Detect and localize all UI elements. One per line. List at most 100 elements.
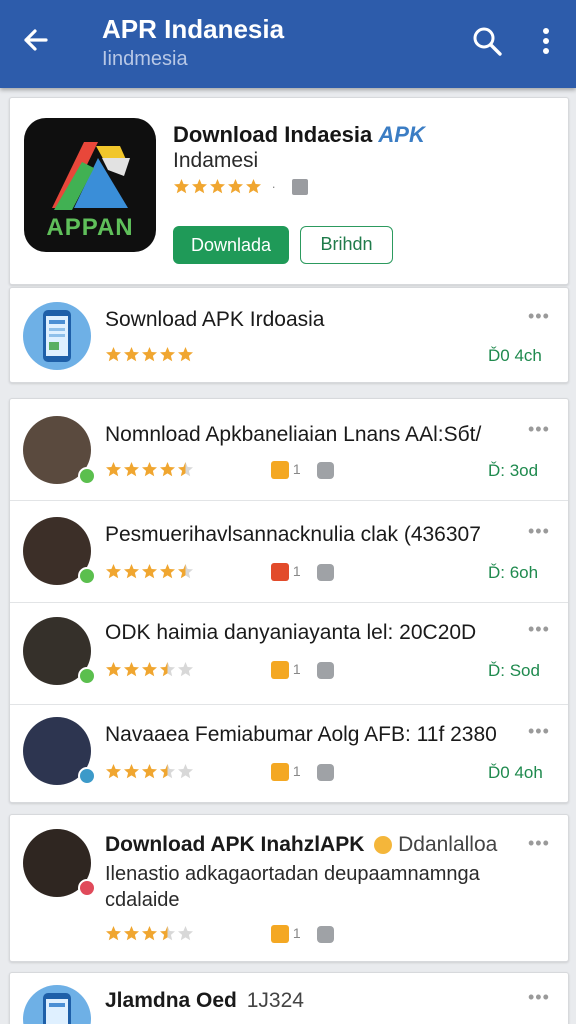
featured-title: Sownload APK Irdoasia <box>105 308 325 331</box>
status-badge <box>78 879 96 897</box>
download-info: Ď: 6oh <box>488 563 539 582</box>
download-info: Ď: Sod <box>488 661 540 680</box>
featured-app-card[interactable]: Sownload APK Irdoasia ••• Ď0 4ch <box>9 287 569 383</box>
list-item-title: Nomnload Apkbaneliaian Lnans AAl:Sбt/ <box>105 423 482 446</box>
app-icon: APPAN <box>24 118 156 252</box>
star-icon <box>106 764 121 779</box>
lock-icon <box>271 661 289 680</box>
star-icon <box>106 462 121 477</box>
more-horizontal-icon[interactable]: ••• <box>528 833 550 854</box>
star-icon <box>106 347 121 362</box>
list-item-meta: 1 <box>271 763 334 783</box>
star-icon <box>160 662 175 677</box>
more-horizontal-icon[interactable]: ••• <box>528 987 550 1008</box>
promo-app-card[interactable]: Download APK InahzlAPK Ddanlalloa Ilenas… <box>9 814 569 962</box>
app-title: Download Indaesia APK <box>173 122 425 148</box>
star-icon <box>106 564 121 579</box>
list-item-meta: 1 <box>271 661 334 681</box>
app-icon-label: APPAN <box>46 214 134 241</box>
more-horizontal-icon[interactable]: ••• <box>528 721 550 742</box>
promo-stars <box>105 925 195 945</box>
app-title-text: Download Indaesia <box>173 122 373 147</box>
promo-meta: 1 <box>271 925 334 945</box>
hero-stars <box>173 178 263 195</box>
status-badge <box>78 567 96 585</box>
promo-description-2: cdalaide <box>105 889 180 911</box>
tag-icon <box>316 925 334 943</box>
bottom-title: Jlamdna Oed 1J324 <box>105 989 304 1013</box>
meta-count: 1 <box>292 925 301 941</box>
more-vertical-icon[interactable] <box>534 24 558 58</box>
star-icon <box>192 179 207 194</box>
more-horizontal-icon[interactable]: ••• <box>528 419 550 440</box>
bottom-app-card[interactable]: Jlamdna Oed 1J324 ••• <box>9 972 569 1024</box>
smile-icon <box>374 836 393 855</box>
lock-icon <box>271 461 289 480</box>
list-item-title: Pesmuerihavlsannacknulia clak (436307 <box>105 523 481 546</box>
star-icon <box>178 347 193 362</box>
download-info: Ď0 4oh <box>488 763 543 782</box>
search-icon[interactable] <box>470 24 504 58</box>
star-icon <box>124 564 139 579</box>
promo-title: Download APK InahzlAPK Ddanlalloa <box>105 833 497 857</box>
secondary-button[interactable]: Brihdn <box>300 226 393 264</box>
phone-thumbnail <box>23 302 91 370</box>
list-item-title: Navaaea Femiabumar Aolg AFB: 11f 2380 <box>105 723 497 746</box>
list-item-meta: 1 <box>271 461 334 481</box>
app-bar: APR Indanesia Iindmesia <box>0 0 576 88</box>
promo-title-extra: Ddanlalloa <box>398 833 498 856</box>
more-horizontal-icon[interactable]: ••• <box>528 619 550 640</box>
content-rating-icon <box>292 178 309 195</box>
app-subtitle: Indamesi <box>173 149 259 172</box>
lock-icon <box>271 563 289 582</box>
promo-title-text: Download APK InahzlAPK <box>105 833 365 856</box>
star-icon <box>160 462 175 477</box>
star-icon <box>160 564 175 579</box>
promo-description: Ilenastio adkagaortadan deupaamnamnga <box>105 863 480 885</box>
star-icon <box>142 462 157 477</box>
more-horizontal-icon[interactable]: ••• <box>528 306 550 327</box>
star-icon <box>160 764 175 779</box>
status-badge <box>78 667 96 685</box>
star-icon <box>246 179 261 194</box>
lock-icon <box>271 763 289 782</box>
star-icon <box>124 347 139 362</box>
star-icon <box>210 179 225 194</box>
star-icon <box>124 926 139 941</box>
app-list-card: Nomnload Apkbaneliaian Lnans AAl:Sбt/ 1 … <box>9 398 569 803</box>
star-icon <box>106 926 121 941</box>
tag-icon <box>316 763 334 781</box>
download-info: Ď0 4ch <box>488 346 542 365</box>
list-item-title: ODK haimia danyaniayanta lel: 20С20D <box>105 621 477 644</box>
star-icon <box>124 662 139 677</box>
phone-thumbnail <box>23 985 91 1024</box>
list-item[interactable]: ODK haimia danyaniayanta lel: 20С20D 1 •… <box>10 603 568 704</box>
list-item-meta: 1 <box>271 563 334 583</box>
star-icon <box>124 462 139 477</box>
tag-icon <box>316 563 334 581</box>
star-icon <box>178 564 193 579</box>
list-item[interactable]: Navaaea Femiabumar Aolg AFB: 11f 2380 1 … <box>10 705 568 803</box>
list-item-stars <box>105 563 195 583</box>
star-icon <box>178 764 193 779</box>
page-subtitle: Iindmesia <box>102 48 188 70</box>
list-item-stars <box>105 661 195 681</box>
star-icon <box>142 564 157 579</box>
star-icon <box>124 764 139 779</box>
featured-stars <box>105 346 195 366</box>
list-item[interactable]: Pesmuerihavlsannacknulia clak (436307 1 … <box>10 501 568 602</box>
page-title: APR Indanesia <box>102 14 285 44</box>
download-button[interactable]: Downlada <box>173 226 289 264</box>
star-icon <box>178 462 193 477</box>
list-item[interactable]: Nomnload Apkbaneliaian Lnans AAl:Sбt/ 1 … <box>10 399 568 500</box>
star-icon <box>142 347 157 362</box>
arrow-left-icon[interactable] <box>18 22 54 58</box>
tag-icon <box>316 661 334 679</box>
hero-app-card[interactable]: APPAN Download Indaesia APK Indamesi · D… <box>9 97 569 285</box>
status-badge <box>78 467 96 485</box>
status-badge <box>78 767 96 785</box>
rating-stars: · <box>173 178 309 200</box>
more-horizontal-icon[interactable]: ••• <box>528 521 550 542</box>
meta-count: 1 <box>292 661 301 677</box>
apk-badge: APK <box>378 122 425 147</box>
